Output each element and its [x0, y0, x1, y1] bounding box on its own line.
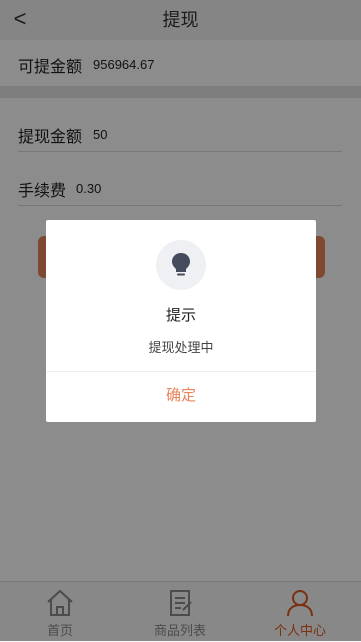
dialog-confirm-button[interactable]: 确定	[46, 372, 316, 422]
lightbulb-icon	[172, 253, 190, 276]
alert-dialog: 提示 提现处理中 确定	[46, 220, 316, 422]
dialog-icon-circle	[156, 240, 206, 290]
dialog-message: 提现处理中	[148, 340, 214, 355]
dialog-title: 提示	[165, 307, 196, 324]
